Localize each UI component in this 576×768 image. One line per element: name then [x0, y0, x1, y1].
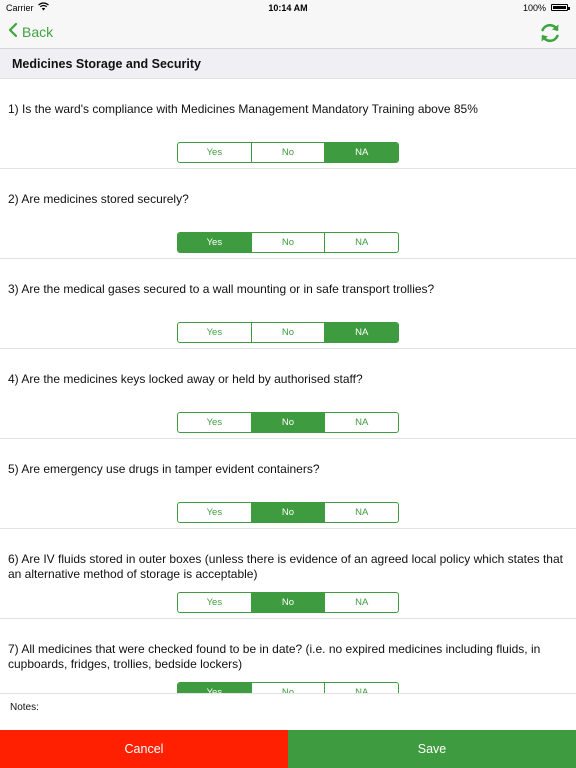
- answer-na-option[interactable]: NA: [325, 683, 398, 693]
- answer-yes-option[interactable]: Yes: [178, 233, 252, 252]
- answer-na-option[interactable]: NA: [325, 593, 398, 612]
- section-header: Medicines Storage and Security: [0, 49, 576, 79]
- answer-yes-option[interactable]: Yes: [178, 683, 252, 693]
- status-bar: Carrier 10:14 AM 100%: [0, 0, 576, 16]
- question-row: 5) Are emergency use drugs in tamper evi…: [0, 439, 576, 529]
- answer-segmented-control[interactable]: Yes No NA: [177, 502, 399, 523]
- refresh-button[interactable]: [538, 21, 562, 50]
- answer-yes-option[interactable]: Yes: [178, 413, 252, 432]
- answer-yes-option[interactable]: Yes: [178, 143, 252, 162]
- answer-segmented-control[interactable]: Yes No NA: [177, 592, 399, 613]
- save-button[interactable]: Save: [288, 730, 576, 768]
- battery-percent: 100%: [522, 3, 546, 13]
- answer-no-option[interactable]: No: [252, 323, 326, 342]
- question-text: 6) Are IV fluids stored in outer boxes (…: [8, 552, 563, 581]
- refresh-icon: [538, 23, 562, 49]
- question-row: 7) All medicines that were checked found…: [0, 619, 576, 693]
- answer-no-option[interactable]: No: [252, 143, 326, 162]
- navigation-bar: Back: [0, 16, 576, 49]
- answer-no-option[interactable]: No: [251, 503, 326, 522]
- answer-yes-option[interactable]: Yes: [178, 503, 252, 522]
- notes-row[interactable]: Notes:: [0, 693, 576, 730]
- clock: 10:14 AM: [268, 3, 308, 13]
- answer-segmented-control[interactable]: Yes No NA: [177, 322, 399, 343]
- answer-segmented-control[interactable]: Yes No NA: [177, 142, 399, 163]
- section-title: Medicines Storage and Security: [12, 57, 201, 71]
- answer-segmented-control[interactable]: Yes No NA: [177, 412, 399, 433]
- back-button[interactable]: Back: [8, 22, 53, 41]
- question-text: 5) Are emergency use drugs in tamper evi…: [8, 462, 320, 476]
- answer-no-option[interactable]: No: [252, 233, 326, 252]
- question-row: 2) Are medicines stored securely? Yes No…: [0, 169, 576, 259]
- answer-no-option[interactable]: No: [251, 413, 326, 432]
- question-row: 1) Is the ward's compliance with Medicin…: [0, 79, 576, 169]
- cancel-button[interactable]: Cancel: [0, 730, 288, 768]
- answer-na-option[interactable]: NA: [325, 323, 398, 342]
- answer-na-option[interactable]: NA: [325, 413, 398, 432]
- chevron-left-icon: [8, 22, 22, 41]
- question-row: 6) Are IV fluids stored in outer boxes (…: [0, 529, 576, 619]
- answer-na-option[interactable]: NA: [325, 233, 398, 252]
- answer-yes-option[interactable]: Yes: [178, 593, 252, 612]
- battery-icon: [551, 4, 570, 11]
- question-text: 4) Are the medicines keys locked away or…: [8, 372, 363, 386]
- questions-list[interactable]: 1) Is the ward's compliance with Medicin…: [0, 79, 576, 693]
- answer-no-option[interactable]: No: [252, 683, 326, 693]
- answer-na-option[interactable]: NA: [325, 503, 398, 522]
- question-text: 3) Are the medical gases secured to a wa…: [8, 282, 435, 296]
- answer-no-option[interactable]: No: [251, 593, 326, 612]
- notes-label: Notes:: [10, 702, 39, 713]
- answer-segmented-control[interactable]: Yes No NA: [177, 232, 399, 253]
- answer-segmented-control[interactable]: Yes No NA: [177, 682, 399, 693]
- question-text: 1) Is the ward's compliance with Medicin…: [8, 102, 478, 116]
- question-row: 3) Are the medical gases secured to a wa…: [0, 259, 576, 349]
- answer-yes-option[interactable]: Yes: [178, 323, 252, 342]
- question-text: 2) Are medicines stored securely?: [8, 192, 189, 206]
- back-label: Back: [22, 23, 54, 40]
- question-row: 4) Are the medicines keys locked away or…: [0, 349, 576, 439]
- bottom-action-bar: Cancel Save: [0, 730, 576, 768]
- answer-na-option[interactable]: NA: [325, 143, 398, 162]
- question-text: 7) All medicines that were checked found…: [8, 642, 541, 671]
